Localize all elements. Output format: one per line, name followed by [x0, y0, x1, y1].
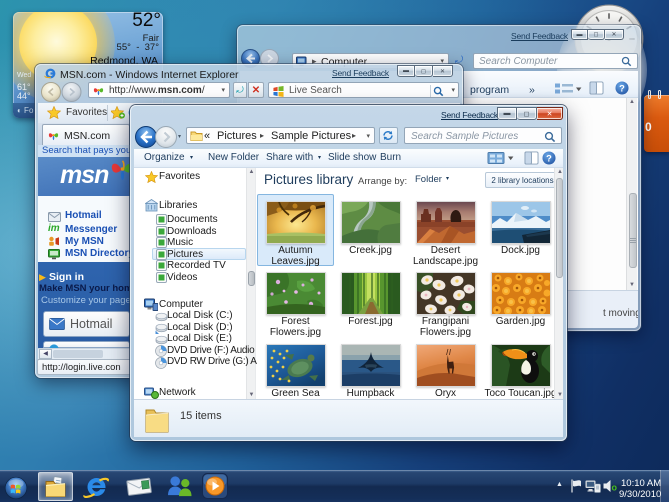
svg-text:o: o — [612, 483, 618, 493]
svg-text:?: ? — [546, 153, 552, 163]
svg-text:?: ? — [619, 83, 625, 93]
